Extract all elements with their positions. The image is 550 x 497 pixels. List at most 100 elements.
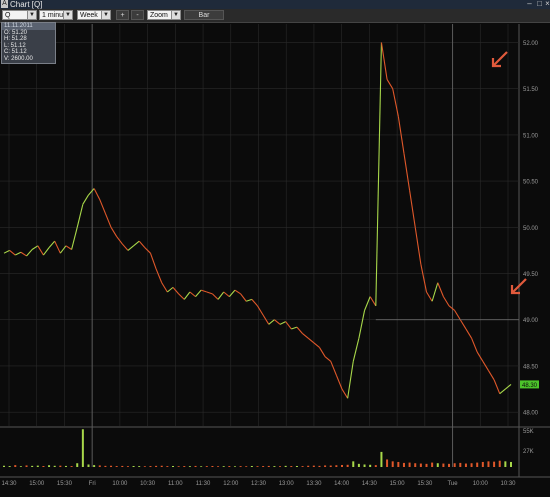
y-tick-label: 48.50: [523, 364, 539, 370]
volume-bar: [233, 466, 236, 467]
volume-bar: [493, 461, 496, 467]
volume-bar: [31, 465, 34, 467]
price-segment: [240, 293, 247, 302]
y-tick-label: 51.00: [523, 133, 539, 139]
volume-bar: [42, 465, 45, 467]
price-segment: [414, 227, 422, 265]
volume-bar: [25, 465, 28, 467]
volume-bar: [414, 463, 417, 467]
volume-bar: [419, 463, 422, 467]
volume-bar: [70, 466, 73, 467]
volume-bar: [324, 465, 327, 467]
volume-bar: [352, 461, 355, 467]
price-segment: [335, 374, 343, 390]
volume-bar: [93, 465, 96, 467]
volume-bar: [217, 466, 220, 467]
price-segment: [279, 321, 286, 325]
volume-bar: [166, 466, 169, 467]
volume-bar: [448, 463, 451, 467]
volume-bar: [183, 466, 186, 467]
x-tick-label: 15:00: [29, 481, 45, 487]
volume-bar: [408, 462, 411, 467]
price-segment: [110, 227, 118, 237]
volume-bar: [188, 466, 191, 467]
price-segment: [155, 268, 163, 283]
price-segment: [459, 319, 467, 330]
price-segment: [291, 326, 298, 330]
y-tick-label: 50.50: [523, 180, 539, 186]
volume-bar: [453, 463, 456, 467]
price-segment: [149, 253, 157, 270]
ohlc-date: 11.11.2011: [2, 23, 55, 30]
price-segment: [426, 291, 433, 302]
price-segment: [352, 338, 360, 362]
x-tick-label: 14:00: [334, 481, 350, 487]
price-segment: [380, 42, 388, 80]
price-segment: [48, 240, 56, 249]
volume-bar: [64, 465, 67, 467]
volume-bar: [194, 465, 197, 467]
y-tick-label: 50.00: [523, 226, 539, 232]
volume-bar: [228, 466, 231, 467]
price-segment: [341, 388, 349, 399]
volume-bar: [59, 465, 62, 467]
volume-bar: [380, 451, 383, 467]
x-tick-label: 15:30: [57, 481, 73, 487]
y-tick-label: 49.00: [523, 318, 539, 324]
x-tick-label: Tue: [447, 481, 458, 487]
volume-bar: [87, 464, 90, 467]
volume-bar: [273, 466, 276, 467]
price-segment: [206, 291, 213, 295]
price-chart[interactable]: 52.00 51.50 51.00 50.50 50.00 49.50 49.00 48.50…: [0, 0, 550, 497]
volume-bar: [318, 465, 321, 467]
volume-bar: [200, 466, 203, 467]
volume-axis: 55K 27K: [523, 429, 534, 455]
volume-bar: [279, 466, 282, 467]
volume-bar: [262, 466, 265, 467]
volume-bar: [98, 465, 101, 467]
price-segment: [161, 282, 168, 293]
price-segment: [93, 188, 101, 200]
y-tick-label: 48.00: [523, 411, 539, 417]
price-segment: [217, 291, 225, 300]
volume-bar: [431, 462, 434, 467]
price-segment: [251, 299, 258, 307]
volume-bar: [155, 465, 158, 467]
volume-bar: [346, 464, 349, 467]
price-segment: [42, 247, 50, 256]
price-segment: [20, 251, 27, 257]
price-segment: [234, 289, 241, 295]
arrow-icon: [492, 51, 508, 67]
x-tick-label: 13:30: [306, 481, 322, 487]
volume-bar: [363, 464, 366, 467]
price-series-line: [3, 42, 512, 399]
volume-bar: [402, 462, 405, 467]
volume-bar: [211, 465, 214, 467]
volume-bar: [14, 465, 17, 467]
price-segment: [296, 326, 303, 334]
price-segment: [409, 190, 416, 228]
price-segment: [471, 337, 478, 353]
volume-bar: [335, 465, 338, 467]
price-segment: [454, 310, 461, 321]
volume-bar: [172, 465, 174, 467]
last-price-label: 48.30: [522, 383, 538, 389]
price-segment: [88, 188, 95, 196]
volume-bar: [312, 465, 315, 467]
price-segment: [448, 305, 456, 311]
volume-bar: [36, 465, 39, 467]
price-segment: [15, 251, 22, 256]
volume-bar: [250, 465, 253, 467]
volume-bar: [459, 462, 462, 467]
volume-bar: [442, 463, 445, 467]
price-segment: [9, 249, 16, 256]
volume-bar: [307, 465, 310, 467]
volume-bar: [464, 463, 467, 467]
volume-bar: [295, 465, 298, 467]
volume-bar: [284, 465, 287, 467]
volume-bar: [177, 466, 180, 467]
price-segment: [200, 289, 207, 293]
price-segment: [183, 291, 191, 300]
time-axis: 14:30 15:00 15:30 Fri 10:00 10:30 11:00 11:30 12…: [1, 481, 516, 487]
price-segment: [178, 293, 185, 300]
